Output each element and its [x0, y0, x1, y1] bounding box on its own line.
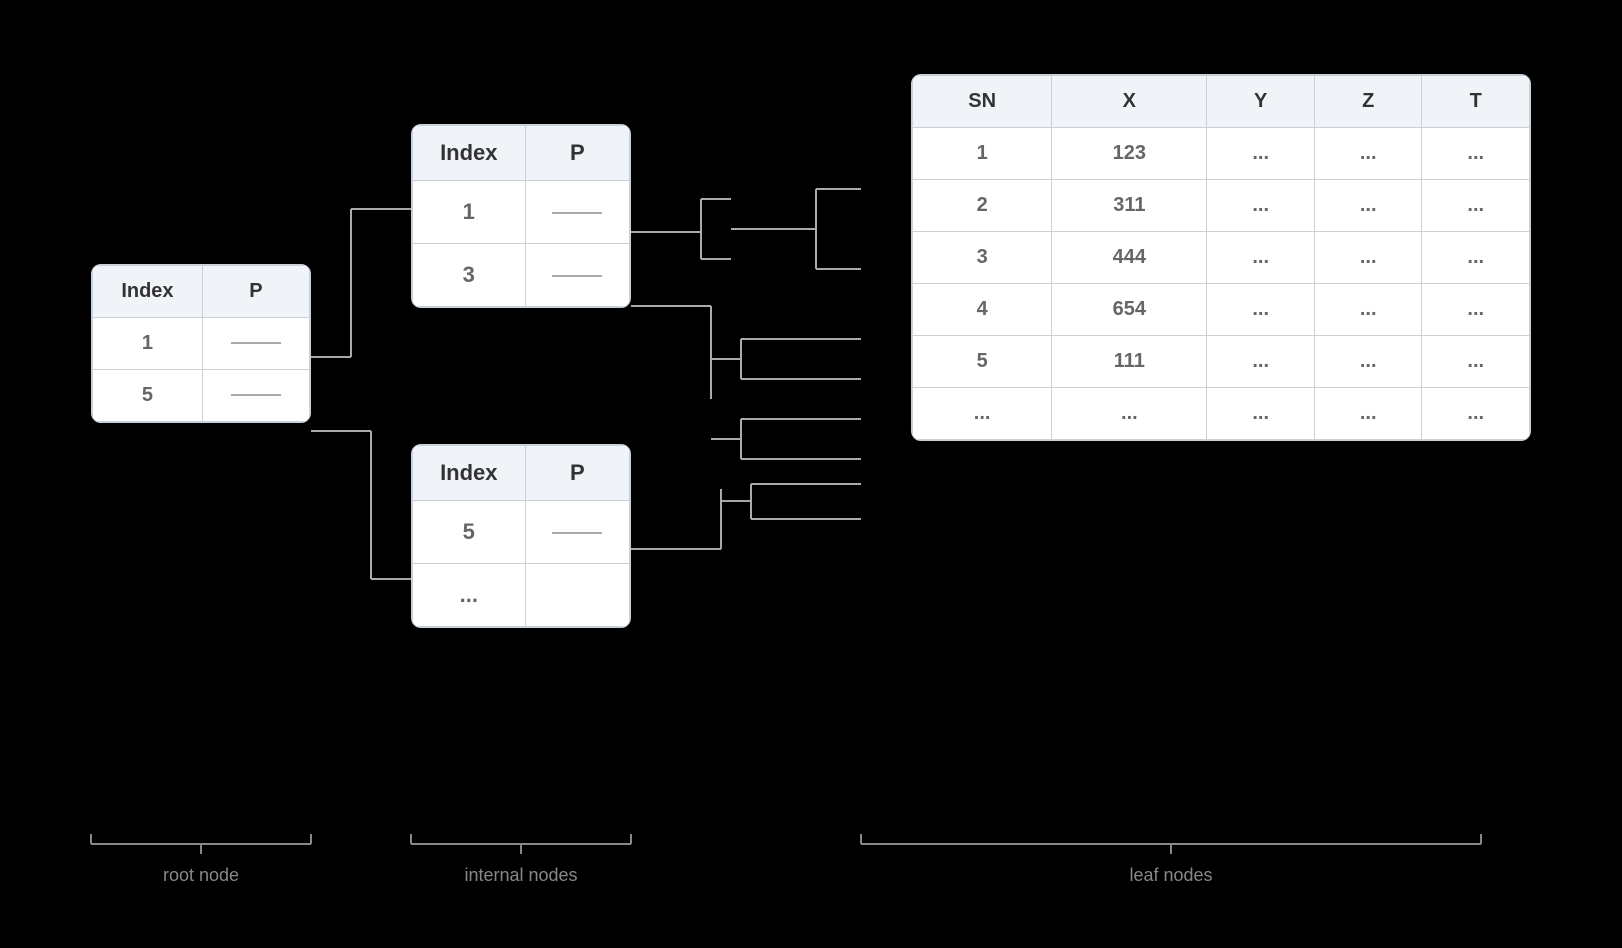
table-row: ... ... ... ... ...	[913, 388, 1530, 440]
cell-x: ...	[1052, 388, 1207, 440]
cell-sn: 2	[913, 180, 1052, 232]
cell-z: ...	[1314, 128, 1422, 180]
leaf-col-y: Y	[1207, 76, 1315, 128]
cell-t: ...	[1422, 388, 1530, 440]
table-row: 3 444 ... ... ...	[913, 232, 1530, 284]
cell-pointer	[202, 370, 309, 422]
diagram: Index P 1 5	[61, 44, 1561, 904]
leaf-nodes-label: leaf nodes	[861, 865, 1481, 886]
cell-y: ...	[1207, 180, 1315, 232]
cell-sn: ...	[913, 388, 1052, 440]
cell-sn: 5	[913, 336, 1052, 388]
table-row: 1	[93, 318, 310, 370]
root-col-index: Index	[93, 266, 203, 318]
cell-pointer	[525, 564, 629, 627]
table-row: 5 111 ... ... ...	[913, 336, 1530, 388]
cell: 5	[93, 370, 203, 422]
table-row: 5	[413, 501, 630, 564]
cell-pointer	[202, 318, 309, 370]
leaf-col-x: X	[1052, 76, 1207, 128]
leaf-table: SN X Y Z T 1 123 ... ... ... 2 311	[911, 74, 1531, 441]
cell-y: ...	[1207, 284, 1315, 336]
cell-z: ...	[1314, 180, 1422, 232]
internal-node-bottom: Index P 5 ...	[411, 444, 631, 628]
cell-x: 311	[1052, 180, 1207, 232]
cell-sn: 4	[913, 284, 1052, 336]
cell-t: ...	[1422, 336, 1530, 388]
internal-nodes-label: internal nodes	[411, 865, 631, 886]
cell-x: 111	[1052, 336, 1207, 388]
table-row: 1	[413, 181, 630, 244]
root-node: Index P 1 5	[91, 264, 311, 423]
root-col-p: P	[202, 266, 309, 318]
table-row: 5	[93, 370, 310, 422]
cell-y: ...	[1207, 128, 1315, 180]
internal-node-top: Index P 1 3	[411, 124, 631, 308]
cell-t: ...	[1422, 284, 1530, 336]
cell-sn: 1	[913, 128, 1052, 180]
cell-z: ...	[1314, 336, 1422, 388]
cell-pointer	[525, 501, 629, 564]
cell: 1	[93, 318, 203, 370]
cell-y: ...	[1207, 232, 1315, 284]
cell-t: ...	[1422, 128, 1530, 180]
table-row: ...	[413, 564, 630, 627]
cell: 3	[413, 244, 526, 307]
cell-t: ...	[1422, 232, 1530, 284]
cell-pointer	[525, 181, 629, 244]
leaf-col-z: Z	[1314, 76, 1422, 128]
leaf-col-t: T	[1422, 76, 1530, 128]
int-top-col-p: P	[525, 126, 629, 181]
cell-y: ...	[1207, 336, 1315, 388]
root-node-label: root node	[91, 865, 311, 886]
cell-t: ...	[1422, 180, 1530, 232]
int-bot-col-p: P	[525, 446, 629, 501]
cell-x: 123	[1052, 128, 1207, 180]
table-row: 1 123 ... ... ...	[913, 128, 1530, 180]
leaf-col-sn: SN	[913, 76, 1052, 128]
cell-x: 444	[1052, 232, 1207, 284]
table-row: 3	[413, 244, 630, 307]
int-bot-col-index: Index	[413, 446, 526, 501]
cell: ...	[413, 564, 526, 627]
cell: 1	[413, 181, 526, 244]
cell-y: ...	[1207, 388, 1315, 440]
cell-z: ...	[1314, 388, 1422, 440]
cell: 5	[413, 501, 526, 564]
cell-pointer	[525, 244, 629, 307]
table-row: 2 311 ... ... ...	[913, 180, 1530, 232]
cell-z: ...	[1314, 284, 1422, 336]
cell-sn: 3	[913, 232, 1052, 284]
table-row: 4 654 ... ... ...	[913, 284, 1530, 336]
cell-x: 654	[1052, 284, 1207, 336]
cell-z: ...	[1314, 232, 1422, 284]
int-top-col-index: Index	[413, 126, 526, 181]
